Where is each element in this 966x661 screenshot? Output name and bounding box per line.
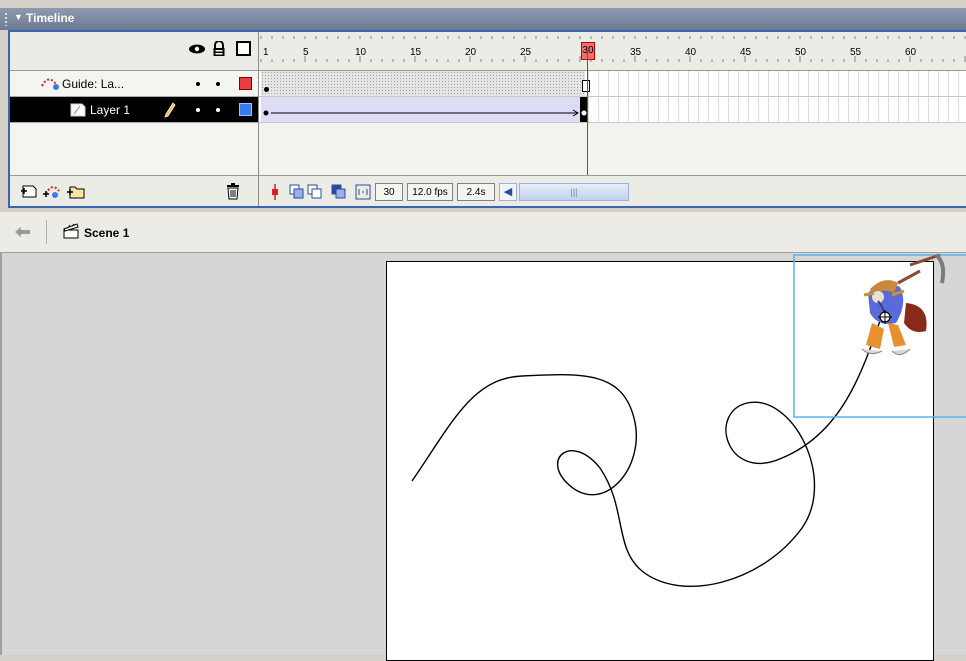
horizontal-scrollbar[interactable]: ◀ ||| <box>499 183 681 201</box>
scene-name[interactable]: Scene 1 <box>84 226 129 240</box>
timeline: Guide: La... Layer 1 1 5 10 15 20 25 35 … <box>8 30 966 208</box>
playhead-frame: 30 <box>582 45 594 56</box>
guide-frame-span <box>261 71 585 96</box>
layer-row-guide[interactable]: Guide: La... <box>10 71 258 97</box>
visibility-dot[interactable] <box>196 82 200 86</box>
stage-workspace[interactable] <box>0 253 966 661</box>
outline-icon[interactable] <box>236 41 251 56</box>
modify-onion-markers-icon[interactable] <box>355 184 371 203</box>
frame-label: 60 <box>905 47 917 58</box>
insert-folder-icon[interactable] <box>66 182 86 203</box>
frame-label: 5 <box>303 47 309 58</box>
panel-grip-handle[interactable] <box>4 12 8 26</box>
lock-dot[interactable] <box>216 108 220 112</box>
panel-title: Timeline <box>26 11 75 25</box>
panel-title-bar[interactable] <box>0 8 966 30</box>
frame-label: 15 <box>410 47 422 58</box>
scene-clapper-icon <box>62 222 80 243</box>
layer-1-frames-row[interactable] <box>259 97 966 123</box>
frame-label: 25 <box>520 47 532 58</box>
edit-bar: Scene 1 <box>0 212 966 253</box>
scroll-left-button[interactable]: ◀ <box>499 183 517 201</box>
eye-icon[interactable] <box>188 41 205 55</box>
playhead-line <box>587 50 588 175</box>
frame-label: 20 <box>465 47 477 58</box>
frame-label: 35 <box>630 47 642 58</box>
frame-label: 1 <box>263 47 269 58</box>
keyframe-end-marker[interactable] <box>582 80 590 92</box>
edit-multiple-frames-icon[interactable] <box>331 184 347 203</box>
divider <box>46 220 47 244</box>
layer-name: Layer 1 <box>90 103 131 117</box>
outline-color-swatch[interactable] <box>239 77 252 90</box>
insert-layer-icon[interactable] <box>20 182 38 203</box>
frame-ruler[interactable]: 1 5 10 15 20 25 35 40 45 50 55 60 30 <box>259 32 966 71</box>
layers-header <box>10 32 258 71</box>
guide-layer-icon <box>40 76 60 95</box>
frame-rate[interactable]: 12.0 fps <box>407 183 453 201</box>
add-motion-guide-icon[interactable] <box>42 182 62 203</box>
layers-column: Guide: La... Layer 1 <box>10 32 259 206</box>
frames-area[interactable]: 1 5 10 15 20 25 35 40 45 50 55 60 30 30 … <box>259 32 966 206</box>
center-frame-icon[interactable] <box>269 184 281 203</box>
motion-guide-path <box>411 314 883 587</box>
onion-skin-outlines-icon[interactable] <box>307 184 323 203</box>
layer-page-icon <box>70 102 86 121</box>
layer-name: Guide: La... <box>62 77 125 91</box>
lock-icon[interactable] <box>212 40 226 56</box>
trash-icon[interactable] <box>226 182 240 203</box>
onion-skin-icon[interactable] <box>289 184 305 203</box>
back-arrow-icon[interactable] <box>14 226 32 241</box>
frame-label: 45 <box>740 47 752 58</box>
keyframe-start[interactable] <box>264 87 269 92</box>
frame-label: 40 <box>685 47 697 58</box>
frame-label: 50 <box>795 47 807 58</box>
pencil-icon <box>164 102 176 121</box>
collapse-arrow-icon[interactable]: ▼ <box>14 12 23 22</box>
character-sprite[interactable] <box>848 253 948 373</box>
timeline-panel-header: ▼ Timeline <box>0 0 966 30</box>
frame-label: 10 <box>355 47 367 58</box>
outline-color-swatch[interactable] <box>239 103 252 116</box>
scroll-thumb[interactable]: ||| <box>519 183 629 201</box>
layer-controls <box>10 175 258 206</box>
lock-dot[interactable] <box>216 82 220 86</box>
frame-label: 55 <box>850 47 862 58</box>
layer-row-layer-1[interactable]: Layer 1 <box>10 97 258 123</box>
guide-frames-row[interactable] <box>259 71 966 97</box>
timeline-status-bar: 30 12.0 fps 2.4s ◀ ||| <box>259 175 966 206</box>
tween-arrow <box>263 97 588 122</box>
registration-point-icon[interactable] <box>878 310 892 324</box>
elapsed-time: 2.4s <box>457 183 495 201</box>
stage-drawing <box>411 254 966 587</box>
current-frame: 30 <box>375 183 403 201</box>
visibility-dot[interactable] <box>196 108 200 112</box>
playhead[interactable]: 30 <box>581 42 595 60</box>
